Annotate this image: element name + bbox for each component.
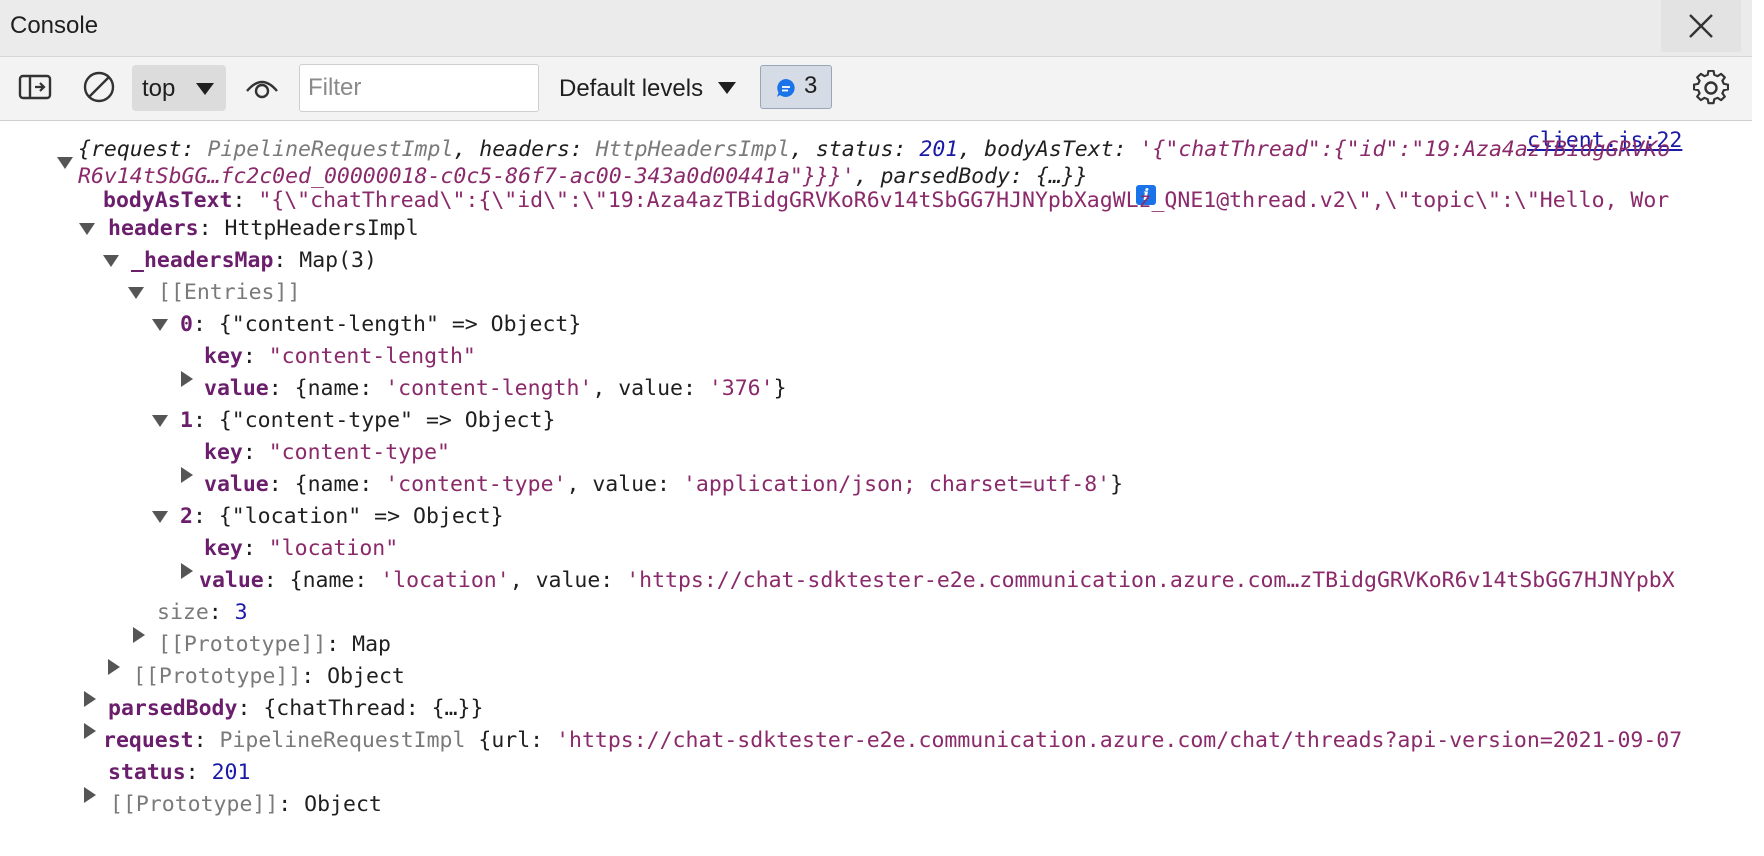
expand-toggle-icon[interactable] [57,157,73,169]
map-prototype[interactable]: [[Prototype]]: Map [158,629,391,661]
headers-prototype[interactable]: [[Prototype]]: Object [133,661,405,693]
entry-0[interactable]: 0: {"content-length" => Object} [180,309,581,341]
close-icon [1689,14,1713,38]
chevron-down-icon [718,82,736,94]
expand-toggle-icon[interactable] [108,659,120,675]
expand-toggle-icon[interactable] [133,627,145,643]
clear-console-button[interactable] [82,70,116,109]
entry-2[interactable]: 2: {"location" => Object} [180,501,504,533]
expand-toggle-icon[interactable] [181,563,193,579]
expand-toggle-icon[interactable] [181,371,193,387]
panel-title: Console [10,12,99,39]
sidebar-toggle-icon [18,74,52,100]
expand-toggle-icon[interactable] [128,287,144,299]
issues-count: 3 [804,72,818,99]
expand-toggle-icon[interactable] [152,415,168,427]
issues-counter-button[interactable]: 3 [760,65,832,109]
expand-toggle-icon[interactable] [84,723,96,739]
expand-toggle-icon[interactable] [152,319,168,331]
expand-toggle-icon[interactable] [181,467,193,483]
context-selector[interactable]: top [132,65,226,111]
console-output: client.js:22 {request: PipelineRequestIm… [0,121,1752,856]
expand-toggle-icon[interactable] [84,787,96,803]
entry-1-value[interactable]: value: {name: 'content-type', value: 'ap… [204,469,1123,501]
prop-size: size: 3 [157,600,248,625]
entry-1[interactable]: 1: {"content-type" => Object} [180,405,555,437]
prop-headersMap[interactable]: _headersMap: Map(3) [131,245,377,277]
sidebar-toggle-button[interactable] [18,72,52,107]
entry-2-key: key: "location" [204,536,399,561]
log-levels-label: Default levels [559,75,704,102]
console-toolbar: top Default levels 3 [0,57,1752,121]
console-settings-button[interactable] [1692,69,1730,111]
entry-0-key: key: "content-length" [204,344,476,369]
prop-request[interactable]: request: PipelineRequestImpl {url: 'http… [103,725,1706,757]
expand-toggle-icon[interactable] [79,223,95,235]
entries-label[interactable]: [[Entries]] [158,277,300,309]
prop-status: status: 201 [108,760,251,785]
expand-toggle-icon[interactable] [84,691,96,707]
entry-2-value[interactable]: value: {name: 'location', value: 'https:… [199,565,1706,597]
context-label: top [142,75,176,102]
expand-toggle-icon[interactable] [103,255,119,267]
chevron-down-icon [196,83,214,95]
console-title-bar: Console [0,0,1752,57]
message-icon [777,79,795,97]
entry-0-value[interactable]: value: {name: 'content-length', value: '… [204,373,787,405]
entry-1-key: key: "content-type" [204,440,450,465]
filter-input[interactable] [299,64,539,112]
prop-parsedBody[interactable]: parsedBody: {chatThread: {…}} [108,693,483,725]
gear-icon [1692,69,1730,105]
expand-toggle-icon[interactable] [152,511,168,523]
prop-headers[interactable]: headers: HttpHeadersImpl [108,213,419,245]
clear-icon [83,71,115,103]
close-button[interactable] [1661,0,1741,52]
live-expression-button[interactable] [244,71,280,108]
right-edge [1752,0,1764,856]
root-prototype[interactable]: [[Prototype]]: Object [110,789,382,821]
eye-icon [246,80,278,99]
